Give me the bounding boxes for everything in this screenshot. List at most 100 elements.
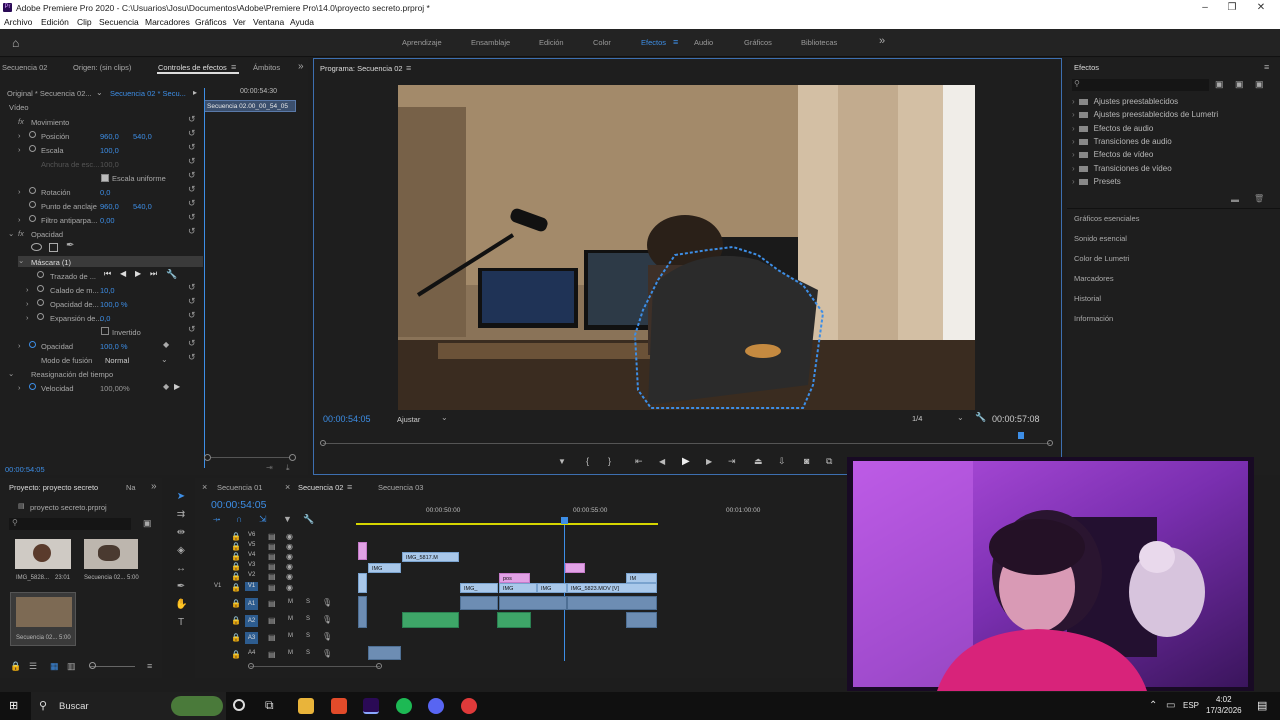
solo-icon[interactable]: S bbox=[306, 599, 310, 605]
track-forward-frame-icon[interactable]: ⏭ bbox=[150, 269, 157, 279]
wrench-icon[interactable]: 🔧 bbox=[166, 269, 177, 280]
lock-icon[interactable]: 🔒 bbox=[231, 650, 241, 659]
track-backward-frame-icon[interactable]: ⏮ bbox=[104, 269, 111, 279]
close-icon[interactable]: × bbox=[285, 482, 290, 492]
reset-icon[interactable]: ↺ bbox=[188, 282, 196, 293]
folder-item[interactable]: › Efectos de audio bbox=[1072, 124, 1272, 133]
stopwatch-icon[interactable] bbox=[29, 201, 36, 208]
yuv-icon[interactable]: ▣ bbox=[1255, 79, 1264, 90]
microphone-icon[interactable]: 🎙 bbox=[322, 615, 332, 624]
panel-marcadores[interactable]: Marcadores bbox=[1074, 274, 1114, 283]
pen-tool-icon[interactable]: ✒ bbox=[175, 582, 187, 592]
menu-edicion[interactable]: Edición bbox=[41, 17, 69, 27]
sync-icon[interactable]: ▤ bbox=[268, 562, 276, 571]
mute-icon[interactable]: M bbox=[288, 650, 293, 656]
chevron-right-icon[interactable]: › bbox=[18, 145, 21, 154]
anchor-y-value[interactable]: 540,0 bbox=[133, 202, 152, 211]
tab-origen[interactable]: Origen: (sin clips) bbox=[73, 63, 131, 72]
spotify-icon[interactable] bbox=[396, 698, 412, 714]
sync-icon[interactable]: ▤ bbox=[268, 616, 276, 625]
stopwatch-icon[interactable] bbox=[29, 145, 36, 152]
export-icon[interactable]: ⤓ bbox=[286, 463, 290, 473]
zoom-handle[interactable] bbox=[204, 454, 211, 461]
eye-icon[interactable]: ◉ bbox=[286, 532, 293, 541]
track-select-icon[interactable]: ⇉ bbox=[175, 510, 187, 520]
mute-icon[interactable]: M bbox=[288, 633, 293, 639]
chevron-right-icon[interactable]: › bbox=[26, 299, 29, 308]
video-frame[interactable] bbox=[398, 85, 975, 410]
quality-dropdown[interactable]: 1/4 bbox=[912, 414, 922, 423]
next-keyframe-icon[interactable]: ▶ bbox=[174, 382, 180, 391]
camera-icon[interactable]: ◙ bbox=[804, 456, 809, 466]
panel-menu-icon[interactable]: ≡ bbox=[406, 63, 411, 73]
folder-item[interactable]: › Transiciones de vídeo bbox=[1072, 164, 1272, 173]
nest-icon[interactable]: ⇲ bbox=[259, 514, 267, 525]
zoom-slider-handle[interactable] bbox=[89, 662, 96, 669]
reset-icon[interactable]: ↺ bbox=[188, 114, 196, 125]
ripple-edit-icon[interactable]: ⇹ bbox=[175, 528, 187, 538]
track-label[interactable]: V1 bbox=[245, 582, 258, 591]
speed-value[interactable]: 100,00% bbox=[100, 384, 130, 393]
chevron-right-icon[interactable]: › bbox=[26, 313, 29, 322]
brave-icon[interactable] bbox=[331, 698, 347, 714]
chevron-down-icon[interactable]: ⌄ bbox=[18, 256, 24, 265]
stopwatch-icon[interactable] bbox=[37, 271, 44, 278]
chevron-right-icon[interactable]: › bbox=[18, 383, 21, 392]
tab-secuencia-02[interactable]: Secuencia 02 bbox=[2, 63, 47, 72]
menu-ventana[interactable]: Ventana bbox=[253, 17, 284, 27]
solo-icon[interactable]: S bbox=[306, 616, 310, 622]
fx-icon[interactable]: fx bbox=[18, 117, 24, 126]
target-dropdown[interactable]: Secuencia 02 * Secu... bbox=[110, 89, 186, 98]
reset-icon[interactable]: ↺ bbox=[188, 338, 196, 349]
panel-menu-icon[interactable]: ≡ bbox=[347, 482, 352, 492]
tab-efectos[interactable]: Efectos bbox=[641, 38, 666, 47]
lock-icon[interactable]: 🔒 bbox=[231, 532, 241, 541]
menu-graficos[interactable]: Gráficos bbox=[195, 17, 227, 27]
obs-icon[interactable] bbox=[461, 698, 477, 714]
type-tool-icon[interactable]: T bbox=[175, 618, 187, 628]
play-triangle-icon[interactable]: ▸ bbox=[193, 88, 197, 97]
sync-icon[interactable]: ▤ bbox=[268, 542, 276, 551]
task-view-icon[interactable]: ⧉ bbox=[265, 698, 274, 713]
timeline-playhead-head[interactable] bbox=[561, 517, 568, 524]
media-item-selected[interactable]: Secuencia 02... 5:00 bbox=[10, 592, 76, 646]
tab-aprendizaje[interactable]: Aprendizaje bbox=[402, 38, 442, 47]
more-workspaces-icon[interactable]: » bbox=[879, 35, 885, 47]
freeform-view-icon[interactable]: ▥ bbox=[67, 661, 76, 672]
tab-proyecto[interactable]: Proyecto: proyecto secreto bbox=[9, 483, 98, 492]
stopwatch-icon[interactable] bbox=[37, 299, 44, 306]
step-forward-icon[interactable]: ▶ bbox=[706, 457, 712, 466]
reset-icon[interactable]: ↺ bbox=[188, 198, 196, 209]
eye-icon[interactable]: ◉ bbox=[286, 542, 293, 551]
network-icon[interactable]: ▭ bbox=[1166, 700, 1175, 711]
program-scrubber[interactable] bbox=[323, 443, 1050, 444]
reset-icon[interactable]: ↺ bbox=[188, 212, 196, 223]
ellipse-mask-icon[interactable] bbox=[31, 243, 42, 251]
lock-icon[interactable]: 🔒 bbox=[231, 616, 241, 625]
fx-icon[interactable]: fx bbox=[18, 229, 24, 238]
razor-icon[interactable]: ◈ bbox=[175, 546, 187, 556]
uniform-scale-checkbox[interactable] bbox=[101, 174, 109, 182]
lock-icon[interactable]: 🔒 bbox=[231, 562, 241, 571]
flicker-value[interactable]: 0,00 bbox=[100, 216, 115, 225]
tab-secuencia-03[interactable]: Secuencia 03 bbox=[378, 483, 423, 492]
reset-icon[interactable]: ↺ bbox=[188, 352, 196, 363]
language-indicator[interactable]: ESP bbox=[1183, 701, 1199, 710]
file-explorer-icon[interactable] bbox=[298, 698, 314, 714]
sync-icon[interactable]: ▤ bbox=[268, 633, 276, 642]
add-marker-icon[interactable]: ▼ bbox=[283, 514, 292, 524]
tab-ambitos[interactable]: Ámbitos bbox=[253, 63, 280, 72]
tab-controles-efectos[interactable]: Controles de efectos bbox=[158, 63, 227, 72]
go-to-out-icon[interactable]: ⇥ bbox=[728, 456, 736, 467]
effects-search-input[interactable]: ⚲ bbox=[1072, 79, 1209, 91]
track-label[interactable]: A3 bbox=[245, 632, 258, 644]
step-back-icon[interactable]: ◀ bbox=[659, 457, 665, 466]
chevron-right-icon[interactable]: › bbox=[18, 341, 21, 350]
selection-tool-icon[interactable]: ➤ bbox=[175, 492, 187, 502]
folder-item[interactable]: › Presets bbox=[1072, 177, 1272, 186]
list-view-icon[interactable]: ☰ bbox=[29, 661, 37, 672]
slip-tool-icon[interactable]: ↔ bbox=[175, 564, 187, 574]
workspace-menu-icon[interactable]: ≡ bbox=[673, 37, 678, 47]
wrench-icon[interactable]: 🔧 bbox=[303, 514, 314, 525]
lock-icon[interactable]: 🔒 bbox=[231, 552, 241, 561]
